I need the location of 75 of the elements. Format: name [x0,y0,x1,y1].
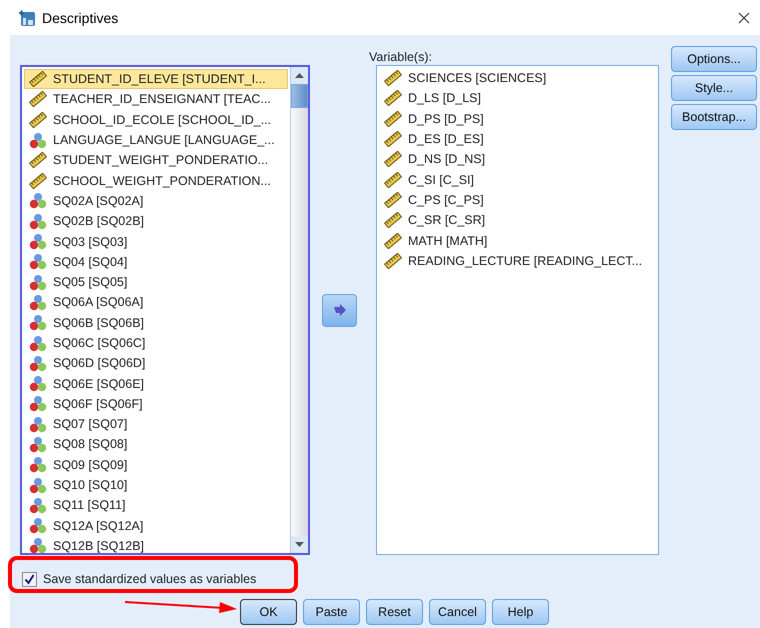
selected-variable-list[interactable]: SCIENCES [SCIENCES] D_LS [D_LS] D_PS [D_PS] D_ES [D_ES] D_NS [D_NS] C_SI [C_SI] C_PS [C_PS] C_SR [C_SR] MATH [MATH] READING_LECTURE [READING_LECT... [376,65,659,555]
nominal-icon [29,334,47,352]
variable-item[interactable]: SQ03 [SQ03] [24,231,288,252]
variable-item[interactable]: SQ07 [SQ07] [24,414,288,434]
nominal-icon [29,274,47,291]
scroll-up-icon[interactable] [295,73,304,78]
variable-item[interactable]: SQ09 [SQ09] [24,454,288,475]
variable-item[interactable]: SQ06B [SQ06B] [24,312,288,333]
move-button[interactable] [322,294,357,326]
dialog-button[interactable]: OK [240,599,297,625]
nominal-icon [29,416,47,433]
variable-item[interactable]: SQ06A [SQ06A] [24,292,288,313]
save-checkbox[interactable] [22,572,37,586]
nominal-icon [29,496,47,514]
dialog-button[interactable]: Paste [303,599,360,625]
variable-item[interactable]: SQ05 [SQ05] [24,272,288,292]
variables-label: Variable(s): [369,50,433,65]
scroll-thumb[interactable] [291,84,308,108]
nominal-icon [29,395,47,412]
variable-item[interactable]: SQ06D [SQ06D] [24,353,288,374]
dialog-button[interactable]: Help [492,599,549,625]
window-title: Descriptives [42,10,120,26]
variable-item[interactable]: C_SR [C_SR] [379,210,656,230]
nominal-icon [29,517,47,534]
variable-item[interactable]: SQ08 [SQ08] [24,434,288,455]
nominal-icon [29,253,47,270]
variable-item[interactable]: SCIENCES [SCIENCES] [379,68,656,88]
variable-item[interactable]: C_SI [C_SI] [379,169,656,190]
variable-item[interactable]: SQ12A [SQ12A] [24,516,288,536]
dialog-button[interactable]: Cancel [429,599,486,625]
checkbox-label: Save standardized values as variables [43,572,256,586]
variable-item[interactable]: STUDENT_ID_ELEVE [STUDENT_I... [24,69,288,90]
nominal-icon [29,233,47,250]
variable-item[interactable]: SQ06C [SQ06C] [24,332,288,354]
side-button[interactable]: Bootstrap... [671,104,757,130]
nominal-icon [29,476,47,494]
variable-item[interactable]: D_NS [D_NS] [379,149,656,170]
nominal-icon [29,375,47,392]
side-button[interactable]: Options... [671,46,757,72]
side-button[interactable]: Style... [671,75,757,101]
variable-item[interactable]: C_PS [C_PS] [379,190,656,210]
variable-item[interactable]: SQ06E [SQ06E] [24,373,288,394]
nominal-icon [29,436,47,453]
close-icon[interactable] [738,12,750,24]
nominal-icon [29,537,47,553]
scroll-down-icon[interactable] [295,542,304,547]
variable-item[interactable]: READING_LECTURE [READING_LECT... [379,250,656,271]
variable-item[interactable]: SQ04 [SQ04] [24,252,288,272]
variable-item[interactable]: D_ES [D_ES] [379,128,656,150]
variable-item[interactable]: LANGUAGE_LANGUE [LANGUAGE_... [24,130,288,150]
variable-item[interactable]: SCHOOL_WEIGHT_PONDERATION... [24,170,288,191]
variable-item[interactable]: SQ12B [SQ12B] [24,536,288,553]
variable-item[interactable]: SQ02A [SQ02A] [24,190,288,212]
variable-item[interactable]: STUDENT_WEIGHT_PONDERATIO... [24,150,288,170]
variable-item[interactable]: D_LS [D_LS] [379,88,656,109]
nominal-icon [29,212,47,230]
scrollbar[interactable] [290,67,308,553]
variable-item[interactable]: MATH [MATH] [379,230,656,251]
variable-item[interactable]: SQ11 [SQ11] [24,495,288,516]
arrow-icon [332,304,346,316]
source-variable-list[interactable] [20,65,310,555]
variable-item[interactable]: SCHOOL_ID_ECOLE [SCHOOL_ID_... [24,110,288,130]
dialog-button[interactable]: Reset [366,599,423,625]
variable-item[interactable]: D_PS [D_PS] [379,108,656,129]
nominal-icon [29,132,47,149]
variable-item[interactable]: SQ02B [SQ02B] [24,211,288,232]
app-icon [18,8,36,26]
nominal-icon [29,192,47,210]
variable-item[interactable]: SQ06F [SQ06F] [24,394,288,414]
nominal-icon [29,354,47,372]
variable-item[interactable]: TEACHER_ID_ENSEIGNANT [TEAC... [24,89,288,110]
variable-item[interactable]: SQ10 [SQ10] [24,474,288,496]
nominal-icon [29,314,47,332]
nominal-icon [29,294,47,311]
nominal-icon [29,456,47,474]
